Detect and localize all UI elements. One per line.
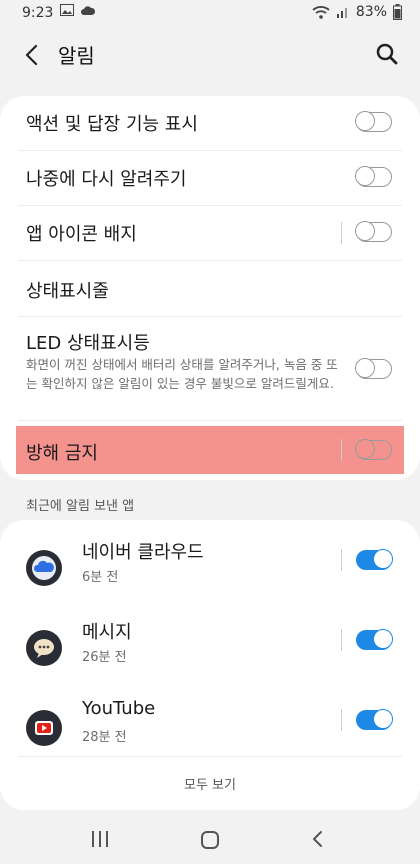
setting-label: 액션 및 답장 기능 표시 — [26, 114, 198, 135]
recent-apps-card: 네이버 클라우드 6분 전 메시지 26분 전 YouTube 28분 전 모두… — [0, 520, 420, 810]
setting-description: 화면이 꺼진 상태에서 배터리 상태를 알려주거나, 녹음 중 또는 확인하지 … — [26, 357, 338, 391]
toggle-switch[interactable] — [355, 358, 392, 379]
list-item[interactable]: 네이버 클라우드 6분 전 — [0, 532, 420, 606]
signal-icon — [336, 8, 347, 18]
app-time: 26분 전 — [82, 650, 127, 665]
setting-action-reply[interactable]: 액션 및 답장 기능 표시 — [0, 96, 420, 150]
setting-label: LED 상태표시등 — [26, 333, 150, 354]
see-all-button[interactable]: 모두 보기 — [0, 774, 420, 793]
gallery-icon — [60, 4, 74, 16]
naver-cloud-icon — [26, 550, 62, 586]
settings-card: 액션 및 답장 기능 표시 나중에 다시 알려주기 앱 아이콘 배지 상태표시줄… — [0, 96, 420, 480]
status-time: 9:23 — [22, 5, 54, 21]
setting-label: 상태표시줄 — [26, 281, 109, 302]
toggle-switch[interactable] — [356, 629, 393, 650]
recent-apps-icon[interactable] — [90, 830, 110, 848]
setting-snooze[interactable]: 나중에 다시 알려주기 — [0, 151, 420, 205]
home-icon[interactable] — [200, 830, 220, 850]
setting-label: 앱 아이콘 배지 — [26, 224, 137, 245]
status-bar: 9:23 83% — [0, 0, 420, 26]
app-name: 네이버 클라우드 — [82, 542, 204, 563]
vertical-separator — [341, 439, 342, 461]
setting-app-icon-badge[interactable]: 앱 아이콘 배지 — [0, 206, 420, 260]
setting-label: 방해 금지 — [26, 443, 98, 464]
navigation-bar — [0, 814, 420, 864]
back-icon[interactable] — [310, 830, 326, 848]
list-item[interactable]: 메시지 26분 전 — [0, 612, 420, 686]
setting-status-bar[interactable]: 상태표시줄 — [0, 261, 420, 316]
app-time: 28분 전 — [82, 730, 127, 745]
toggle-switch[interactable] — [356, 549, 393, 570]
page-title: 알림 — [58, 44, 95, 68]
app-time: 6분 전 — [82, 570, 119, 585]
toggle-switch[interactable] — [356, 709, 393, 730]
setting-do-not-disturb[interactable]: 방해 금지 — [16, 426, 404, 474]
divider — [18, 756, 402, 757]
back-arrow-icon[interactable] — [20, 42, 46, 68]
wifi-icon — [312, 6, 330, 19]
app-name: YouTube — [82, 698, 156, 719]
section-header-recent-apps: 최근에 알림 보낸 앱 — [26, 499, 135, 514]
setting-label: 나중에 다시 알려주기 — [26, 169, 187, 190]
list-item[interactable]: YouTube 28분 전 — [0, 692, 420, 766]
battery-icon — [393, 4, 402, 20]
vertical-separator — [341, 549, 342, 571]
vertical-separator — [341, 709, 342, 731]
cloud-icon — [81, 6, 96, 15]
battery-percent: 83% — [355, 4, 387, 20]
app-name: 메시지 — [82, 622, 132, 643]
setting-led-indicator[interactable]: LED 상태표시등 화면이 꺼진 상태에서 배터리 상태를 알려주거나, 녹음 … — [0, 317, 420, 417]
toggle-switch[interactable] — [355, 439, 392, 460]
toggle-switch[interactable] — [355, 111, 392, 132]
vertical-separator — [341, 629, 342, 651]
youtube-icon — [26, 710, 62, 746]
app-header: 알림 — [0, 26, 420, 84]
vertical-separator — [341, 222, 342, 244]
search-icon[interactable] — [374, 41, 400, 67]
toggle-switch[interactable] — [355, 221, 392, 242]
toggle-switch[interactable] — [355, 166, 392, 187]
messages-icon — [26, 630, 62, 666]
divider — [18, 420, 402, 421]
